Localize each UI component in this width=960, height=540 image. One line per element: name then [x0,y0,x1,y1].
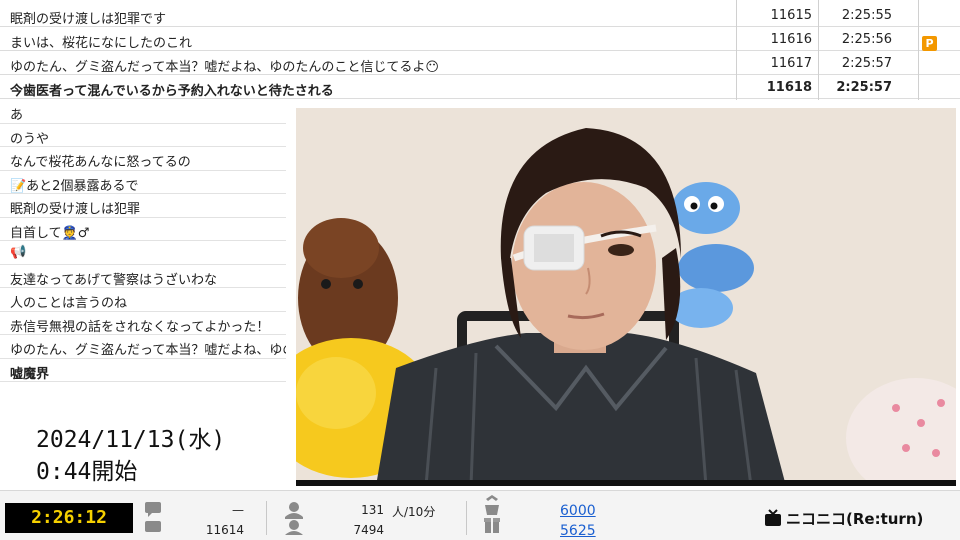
comment-text: 今歯医者って混んでいるから予約入れないと待たされる [10,84,334,99]
list-item[interactable]: 📝あと2個暴露あるで [0,171,286,194]
list-item[interactable]: 人のことは言うのね [0,288,286,312]
comment-text: 人のことは言うのね [10,296,128,311]
comment-text: 赤信号無視の話をされなくなってよかった！ [10,319,270,335]
comment-number: 11615 [770,8,812,23]
divider [466,501,467,535]
list-item[interactable]: のうや [0,124,286,147]
comment-time: 2:25:55 [841,8,892,23]
ad-gift-icon [484,495,500,533]
table-row[interactable]: ゆのたん、グミ盗んだって本当？嘘だよね、ゆのたんのこと信じてるよ😶 11617 … [0,52,960,75]
list-item[interactable]: 眠剤の受け渡しは犯罪 [0,194,286,218]
comment-text: のうや [10,131,50,147]
column-divider [736,0,737,100]
comment-number: 11616 [770,32,812,47]
comment-number: 11617 [770,56,812,71]
video-frame [296,108,956,480]
list-item[interactable]: 赤信号無視の話をされなくなってよかった！ [0,312,286,335]
list-item[interactable]: ゆのたん、グミ盗んだって本当？嘘だよね、ゆのた [0,335,286,359]
comment-count-total: 11614 [205,523,244,537]
tv-icon [765,509,781,526]
date-text: 2024/11/13(水) [36,427,226,453]
comment-text: あ [10,108,24,123]
status-bar: 2:26:12 — 11614 131 人/10分 7494 6000 5625… [0,490,960,540]
elapsed-time: 2:26:12 [5,503,133,533]
comment-text: ゆのたん、グミ盗んだって本当？嘘だよね、ゆのた [10,343,286,358]
logo-text: ニコニコ(Re:turn) [786,510,924,528]
comment-text: 眠剤の受け渡しは犯罪 [10,202,141,217]
ad-points-link[interactable]: 6000 [560,503,596,519]
comment-text: まいは、桜花になにしたのこれ [10,36,193,51]
comment-text: 眠剤の受け渡しは犯罪です [10,12,167,27]
gift-points-link[interactable]: 5625 [560,523,596,539]
viewer-icon [285,502,303,535]
comment-list-left: あ のうや なんで桜花あんなに怒ってるの 📝あと2個暴露あるで 眠剤の受け渡しは… [0,100,286,406]
column-divider [818,0,819,100]
comment-icon [145,502,161,532]
table-row[interactable]: まいは、桜花になにしたのこれ 11616 2:25:56 P [0,28,960,51]
list-item[interactable]: 自首して👮♂ [0,218,286,241]
list-item[interactable]: 📢 [0,241,286,265]
comment-text: 📝あと2個暴露あるで [10,178,139,194]
viewer-count-total: 7494 [353,523,384,537]
table-row[interactable]: 眠剤の受け渡しは犯罪です 11615 2:25:55 [0,4,960,27]
comment-table-top: 眠剤の受け渡しは犯罪です 11615 2:25:55 まいは、桜花になにしたのこ… [0,0,960,100]
comment-text: 嘘魔界 [10,366,50,382]
start-time-text: 0:44開始 [36,459,138,485]
viewer-unit: 人/10分 [392,505,436,519]
comment-text: 📢 [10,245,27,260]
stream-start-date: 2024/11/13(水) 0:44開始 [0,406,296,490]
comment-count-recent: — [232,503,244,517]
table-row[interactable]: 今歯医者って混んでいるから予約入れないと待たされる 11618 2:25:57 [0,76,960,99]
video-player[interactable] [296,108,956,486]
list-item[interactable]: あ [0,100,286,124]
comment-text: 自首して👮♂ [10,225,90,241]
comment-text: 友達なってあげて警察はうざいわな [10,272,217,288]
comment-time: 2:25:57 [841,56,892,71]
premium-icon: P [922,36,937,51]
list-item[interactable]: なんで桜花あんなに怒ってるの [0,147,286,171]
comment-time: 2:25:57 [836,80,892,95]
divider [266,501,267,535]
comment-text: ゆのたん、グミ盗んだって本当？嘘だよね、ゆのたんのこと信じてるよ😶 [10,60,439,75]
list-item[interactable]: 友達なってあげて警察はうざいわな [0,265,286,288]
list-item[interactable]: 嘘魔界 [0,359,286,382]
column-divider [918,0,919,100]
comment-number: 11618 [766,80,812,95]
comment-time: 2:25:56 [841,32,892,47]
comment-text: なんで桜花あんなに怒ってるの [10,155,191,170]
viewer-count-recent: 131 [361,503,384,517]
